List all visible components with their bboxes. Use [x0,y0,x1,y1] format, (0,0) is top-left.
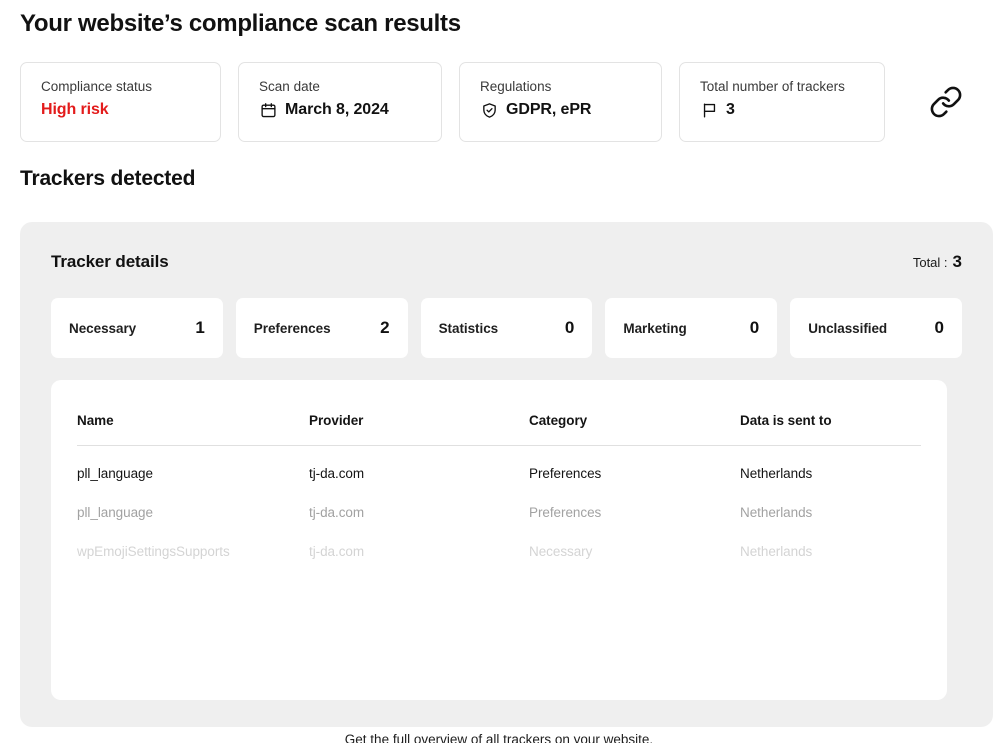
cell-destination: Netherlands [740,466,813,481]
regulations-value: GDPR, ePR [506,101,592,118]
regulations-value-row: GDPR, ePR [480,101,641,119]
summary-card-regulations: Regulations GDPR, ePR [459,62,663,142]
category-card-statistics[interactable]: Statistics 0 [420,298,593,358]
category-label: Preferences [253,320,331,336]
summary-card-scan-date: Scan date March 8, 2024 [238,62,443,142]
compliance-status-label: Compliance status [41,79,153,94]
calendar-icon [259,101,277,119]
summary-card-total-trackers: Total number of trackers 3 [679,62,885,142]
total-label: Total : [912,255,948,270]
scan-date-value: March 8, 2024 [285,101,389,118]
category-label: Necessary [69,320,137,336]
category-label: Statistics [438,320,499,336]
scan-date-label: Scan date [259,79,320,94]
cta-line-1: Get the full overview of all trackers on… [344,732,654,743]
tracker-table-card: Name Provider Category Data is sent to p… [51,380,947,743]
category-label: Unclassified [808,320,888,336]
flag-icon [700,101,718,119]
cell-destination: Netherlands [740,544,813,559]
shield-check-icon [480,101,498,119]
total-value: 3 [952,252,962,271]
panel-heading: Tracker details [51,252,169,271]
category-card-preferences[interactable]: Preferences 2 [235,298,408,358]
total-trackers-label: Total number of trackers [700,79,845,94]
category-cards-row: Necessary 1 Preferences 2 Statistics 0 M… [51,298,962,358]
table-row: pll_language tj-da.com Preferences Nethe… [77,493,921,532]
total-trackers-value-row: 3 [700,101,864,119]
category-count: 2 [380,318,390,337]
category-count: 0 [749,318,760,337]
tracker-details-panel: Tracker details Total : 3 Necessary 1 Pr… [20,222,993,743]
tracker-table: Name Provider Category Data is sent to p… [77,380,921,571]
category-card-necessary[interactable]: Necessary 1 [51,298,223,358]
tracker-table-head: Name Provider Category Data is sent to [77,380,921,446]
compliance-status-value-row: High risk [41,101,200,119]
scan-date-value-row: March 8, 2024 [259,101,421,119]
section-title-trackers-detected: Trackers detected [20,167,196,190]
cta-block: Get the full overview of all trackers on… [51,729,947,743]
cell-category: Preferences [529,466,602,481]
category-count: 0 [564,318,575,337]
cell-category: Necessary [529,544,593,559]
cell-name: pll_language [77,505,153,520]
column-header-category: Category [529,380,740,446]
category-count: 1 [195,318,205,337]
table-row: wpEmojiSettingsSupports tj-da.com Necess… [77,532,921,571]
table-row: pll_language tj-da.com Preferences Nethe… [77,446,921,494]
column-header-name: Name [77,380,309,446]
column-header-data-is-sent-to: Data is sent to [740,380,921,446]
category-card-unclassified[interactable]: Unclassified 0 [790,298,962,358]
cell-provider: tj-da.com [309,466,365,481]
cell-provider: tj-da.com [309,505,365,520]
table-header-row: Name Provider Category Data is sent to [77,380,921,446]
link-icon[interactable] [920,75,973,129]
category-card-marketing[interactable]: Marketing 0 [605,298,778,358]
summary-cards-row: Compliance status High risk Scan date Ma… [20,62,973,142]
compliance-scan-results-page: Your website’s compliance scan results C… [0,0,993,743]
page-title: Your website’s compliance scan results [20,10,461,37]
cell-name: pll_language [77,466,153,481]
total-summary: Total : 3 [913,252,962,272]
category-count: 0 [934,318,944,337]
total-trackers-value: 3 [726,101,735,118]
cell-destination: Netherlands [740,505,813,520]
panel-header: Tracker details Total : 3 [51,252,962,272]
cell-provider: tj-da.com [309,544,365,559]
compliance-status-value: High risk [41,101,109,118]
tracker-table-body: pll_language tj-da.com Preferences Nethe… [77,446,921,572]
summary-card-compliance-status: Compliance status High risk [20,62,222,142]
category-label: Marketing [623,320,687,336]
column-header-provider: Provider [309,380,529,446]
regulations-label: Regulations [480,79,552,94]
cell-name: wpEmojiSettingsSupports [77,544,230,559]
cell-category: Preferences [529,505,602,520]
